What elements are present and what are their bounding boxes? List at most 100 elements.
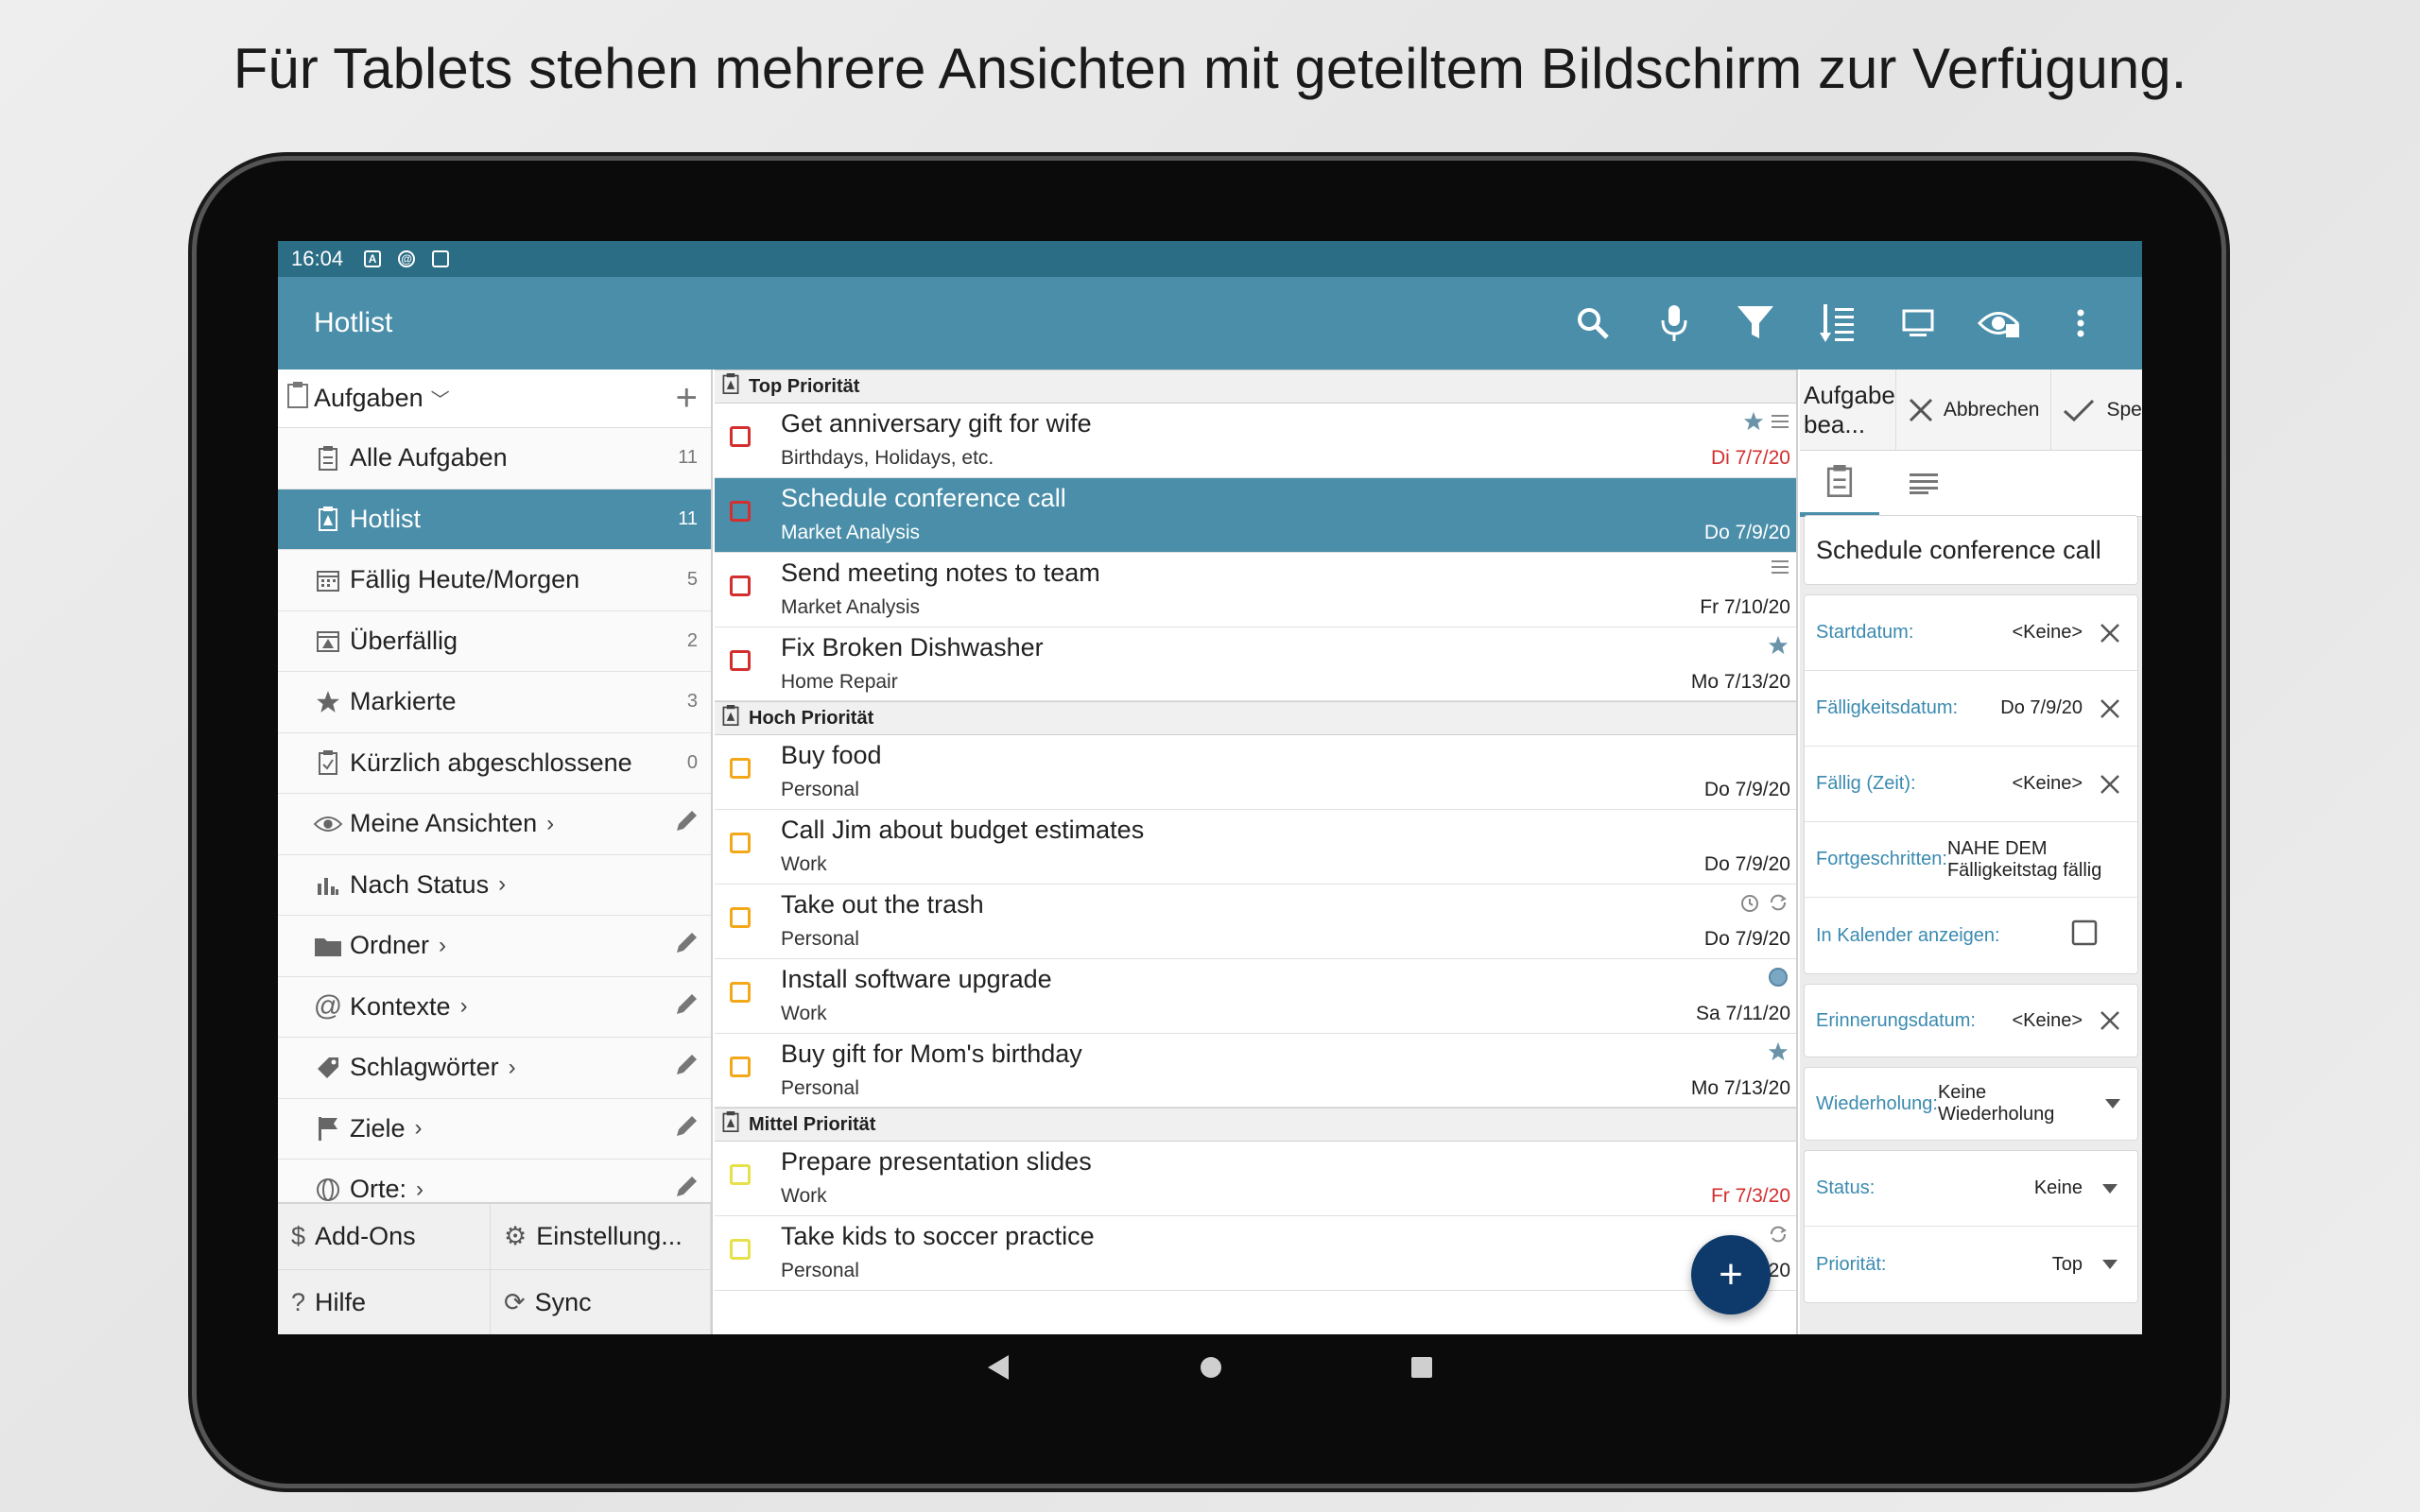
pencil-icon[interactable] — [675, 1113, 700, 1144]
dropdown-arrow-icon[interactable] — [2083, 1260, 2137, 1269]
due-date-row[interactable]: Fälligkeitsdatum: Do 7/9/20 — [1805, 671, 2137, 747]
task-row[interactable]: Buy food Personal Do 7/9/20 — [715, 735, 1796, 810]
sort-icon[interactable] — [1796, 283, 1877, 364]
field-value: NAHE DEM Fälligkeitstag fällig — [1946, 837, 2102, 881]
hotlist-icon — [722, 1111, 739, 1138]
sidebar-item-schlagwoerter[interactable]: Schlagwörter › — [278, 1038, 711, 1099]
priority-row[interactable]: Priorität: Top — [1805, 1227, 2137, 1302]
task-row[interactable]: Prepare presentation slides Work Fr 7/3/… — [715, 1142, 1796, 1216]
task-title: Schedule conference call — [781, 484, 1066, 512]
task-row[interactable]: Install software upgrade Work Sa 7/11/20 — [715, 959, 1796, 1034]
calendar-checkbox[interactable] — [2071, 919, 2098, 952]
search-icon[interactable] — [1552, 283, 1634, 364]
sidebar-item-alle-aufgaben[interactable]: Alle Aufgaben 11 — [278, 428, 711, 490]
field-value: <Keine> — [2012, 622, 2083, 643]
task-row[interactable]: Take kids to soccer practice Personal M…… — [715, 1216, 1796, 1291]
settings-button[interactable]: ⚙ Einstellung... — [491, 1204, 711, 1270]
task-checkbox[interactable] — [730, 758, 751, 779]
home-icon[interactable] — [1200, 1356, 1222, 1383]
pencil-icon[interactable] — [675, 808, 700, 839]
sidebar-item-kuerzlich[interactable]: Kürzlich abgeschlossene 0 — [278, 732, 711, 794]
repeat-icon — [1771, 1226, 1787, 1243]
cancel-button[interactable]: Abbrechen — [1896, 369, 2052, 451]
reminder-row[interactable]: Erinnerungsdatum: <Keine> — [1805, 985, 2137, 1057]
start-date-row[interactable]: Startdatum: <Keine> — [1805, 595, 2137, 671]
chevron-right-icon: › — [546, 810, 555, 836]
addons-button[interactable]: $ Add-Ons — [278, 1204, 491, 1270]
more-icon[interactable] — [2040, 283, 2121, 364]
view-icon[interactable] — [1959, 283, 2040, 364]
pencil-icon[interactable] — [675, 991, 700, 1022]
advanced-row[interactable]: Fortgeschritten: NAHE DEM Fälligkeitstag… — [1805, 822, 2137, 898]
task-folder: Personal — [781, 928, 859, 950]
clipboard-icon — [287, 382, 308, 415]
sidebar-footer: $ Add-Ons ⚙ Einstellung... ? Hilfe ⟳ Syn… — [278, 1202, 711, 1334]
clear-icon[interactable] — [2083, 623, 2137, 644]
task-row[interactable]: Call Jim about budget estimates Work Do … — [715, 810, 1796, 885]
flag-icon — [314, 1116, 342, 1142]
sidebar-item-markierte[interactable]: Markierte 3 — [278, 672, 711, 733]
task-title: Send meeting notes to team — [781, 558, 1100, 587]
clear-icon[interactable] — [2083, 698, 2137, 719]
task-row[interactable]: Buy gift for Mom's birthday Personal Mo … — [715, 1034, 1796, 1108]
add-icon[interactable]: + — [676, 377, 698, 420]
dropdown-arrow-icon[interactable] — [2083, 1183, 2137, 1194]
task-due-date: Do 7/9/20 — [1703, 522, 1790, 543]
sidebar-item-meine-ansichten[interactable]: Meine Ansichten › — [278, 794, 711, 855]
task-checkbox[interactable] — [730, 650, 751, 671]
sidebar-item-orte[interactable]: Orte: › — [278, 1160, 711, 1203]
monitor-icon[interactable] — [1877, 283, 1959, 364]
task-folder: Home Repair — [781, 671, 898, 693]
pencil-icon[interactable] — [675, 1174, 700, 1203]
chevron-right-icon: › — [416, 1176, 424, 1202]
task-row[interactable]: Send meeting notes to team Market Analys… — [715, 553, 1796, 627]
calendar-row[interactable]: In Kalender anzeigen: — [1805, 898, 2137, 973]
sidebar-header[interactable]: Aufgaben ﹀ + — [278, 369, 711, 428]
clear-icon[interactable] — [2083, 1010, 2137, 1031]
addons-label: Add-Ons — [315, 1222, 416, 1250]
sidebar-item-ordner[interactable]: Ordner › — [278, 916, 711, 977]
filter-icon[interactable] — [1715, 283, 1796, 364]
task-checkbox[interactable] — [730, 833, 751, 853]
task-checkbox[interactable] — [730, 576, 751, 596]
due-time-row[interactable]: Fällig (Zeit): <Keine> — [1805, 747, 2137, 822]
back-icon[interactable] — [988, 1355, 1011, 1384]
sidebar-item-ziele[interactable]: Ziele › — [278, 1098, 711, 1160]
star-icon — [1768, 635, 1789, 655]
task-checkbox[interactable] — [730, 1164, 751, 1185]
sidebar-item-faellig[interactable]: Fällig Heute/Morgen 5 — [278, 550, 711, 611]
add-task-button[interactable]: + — [1691, 1235, 1771, 1314]
recents-icon[interactable] — [1411, 1357, 1432, 1383]
task-checkbox[interactable] — [730, 1057, 751, 1077]
pencil-icon[interactable] — [675, 1052, 700, 1083]
task-checkbox[interactable] — [730, 426, 751, 447]
task-checkbox[interactable] — [730, 1239, 751, 1260]
task-title-field[interactable]: Schedule conference call — [1805, 516, 2137, 584]
task-checkbox[interactable] — [730, 907, 751, 928]
repeat-row[interactable]: Wiederholung: Keine Wiederholung — [1805, 1068, 2137, 1140]
field-value: <Keine> — [2012, 1009, 2083, 1031]
mic-icon[interactable] — [1634, 283, 1715, 364]
help-button[interactable]: ? Hilfe — [278, 1270, 491, 1334]
star-icon — [314, 690, 342, 714]
sidebar-item-nach-status[interactable]: Nach Status › — [278, 854, 711, 916]
sidebar-item-hotlist[interactable]: Hotlist 11 — [278, 489, 711, 550]
save-button[interactable]: Speichern — [2051, 369, 2142, 451]
system-nav-bar — [278, 1334, 2142, 1405]
sync-button[interactable]: ⟳ Sync — [491, 1270, 711, 1334]
task-row[interactable]: Take out the trash Personal Do 7/9/20 — [715, 885, 1796, 959]
sidebar-item-kontexte[interactable]: @ Kontexte › — [278, 976, 711, 1038]
pencil-icon[interactable] — [675, 930, 700, 961]
task-row-selected[interactable]: Schedule conference call Market Analysis… — [715, 478, 1796, 553]
task-due-date: Do 7/9/20 — [1703, 928, 1790, 950]
task-checkbox[interactable] — [730, 501, 751, 522]
sidebar-item-ueberfaellig[interactable]: Überfällig 2 — [278, 610, 711, 672]
task-folder: Personal — [781, 779, 859, 800]
sync-icon: ⟳ — [504, 1288, 526, 1316]
status-row[interactable]: Status: Keine — [1805, 1151, 2137, 1227]
task-checkbox[interactable] — [730, 982, 751, 1003]
clear-icon[interactable] — [2083, 774, 2137, 795]
task-row[interactable]: Get anniversary gift for wife Birthdays,… — [715, 404, 1796, 478]
dropdown-arrow-icon[interactable] — [2089, 1099, 2137, 1108]
task-row[interactable]: Fix Broken Dishwasher Home Repair Mo 7/1… — [715, 627, 1796, 701]
